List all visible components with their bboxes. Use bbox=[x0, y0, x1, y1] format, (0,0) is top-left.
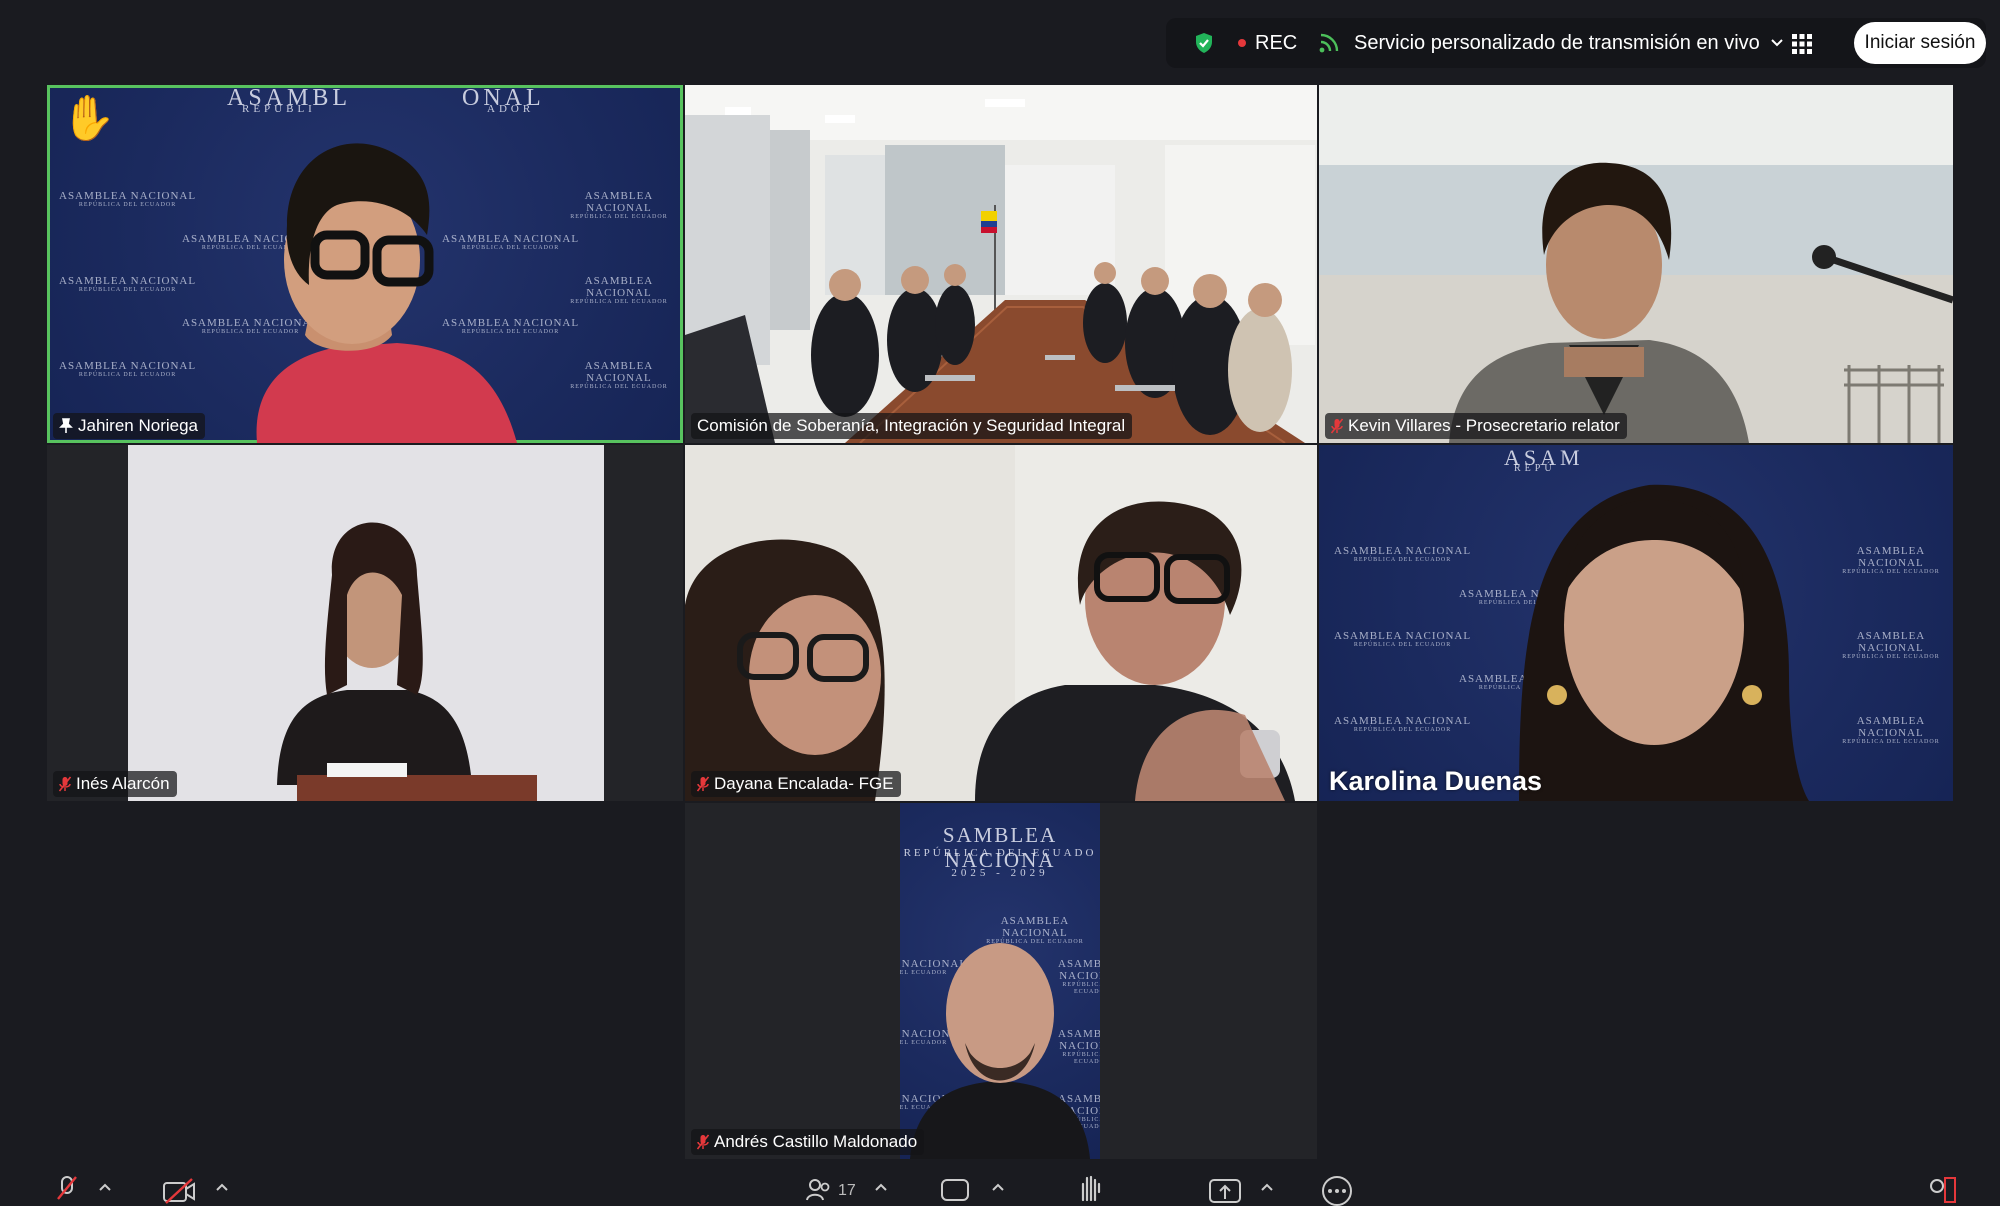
raised-hand-icon: ✋ bbox=[61, 94, 116, 143]
speaker-silhouette bbox=[910, 943, 1090, 1159]
muted-mic-icon bbox=[1331, 418, 1343, 434]
participants-icon[interactable] bbox=[806, 1178, 832, 1202]
participant-name: Inés Alarcón bbox=[76, 774, 170, 793]
share-screen-icon[interactable] bbox=[1208, 1177, 1242, 1205]
video-tile-ines-alarcon[interactable]: Inés Alarcón bbox=[47, 445, 683, 801]
participant-name-tag: Inés Alarcón bbox=[53, 771, 177, 797]
participant-name-tag: Kevin Villares - Prosecretario relator bbox=[1325, 413, 1627, 439]
participant-video: ASAMBL ONAL REPÚBLI ADOR ASAMBLEA NACION… bbox=[47, 85, 683, 443]
chat-icon[interactable] bbox=[940, 1178, 970, 1204]
participant-name: Comisión de Soberanía, Integración y Seg… bbox=[697, 416, 1126, 435]
meeting-topbar: REC Servicio personalizado de transmisió… bbox=[1166, 18, 1986, 68]
live-stream-icon bbox=[1319, 33, 1339, 53]
participant-video: ASAM REPÚ ASAMBLEA NACIONAL REPÚBLICA DEL… bbox=[1319, 445, 1953, 801]
recording-label: REC bbox=[1255, 31, 1298, 54]
participant-video bbox=[47, 445, 683, 801]
muted-mic-icon bbox=[697, 776, 709, 792]
participant-video bbox=[685, 85, 1317, 443]
chat-options-chevron-icon[interactable] bbox=[991, 1182, 1005, 1192]
video-tile-kevin-villares[interactable]: Kevin Villares - Prosecretario relator bbox=[1319, 85, 1953, 443]
participant-video: SAMBLEA NACIONA REPÚBLICA DEL ECUADO 202… bbox=[900, 803, 1100, 1159]
participant-name-tag: Jahiren Noriega bbox=[53, 413, 206, 439]
participant-name: Jahiren Noriega bbox=[78, 416, 199, 435]
muted-mic-icon bbox=[697, 1134, 709, 1150]
participant-name: Kevin Villares - Prosecretario relator bbox=[1348, 416, 1620, 435]
chevron-down-icon bbox=[1771, 39, 1783, 47]
pin-icon bbox=[59, 418, 73, 433]
video-tile-andres-castillo[interactable]: SAMBLEA NACIONA REPÚBLICA DEL ECUADO 202… bbox=[685, 803, 1317, 1159]
video-tile-comision-room[interactable]: Comisión de Soberanía, Integración y Seg… bbox=[685, 85, 1317, 443]
participant-name-tag: Comisión de Soberanía, Integración y Seg… bbox=[691, 413, 1133, 439]
video-tile-karolina-duenas[interactable]: ASAM REPÚ ASAMBLEA NACIONAL REPÚBLICA DEL… bbox=[1319, 445, 1953, 801]
video-tile-jahiren-noriega[interactable]: ASAMBL ONAL REPÚBLI ADOR ASAMBLEA NACION… bbox=[47, 85, 683, 443]
speaker-silhouette bbox=[256, 143, 517, 443]
more-options-icon[interactable] bbox=[1320, 1176, 1354, 1206]
participants-options-chevron-icon[interactable] bbox=[874, 1182, 888, 1192]
live-stream-menu[interactable]: Servicio personalizado de transmisión en… bbox=[1318, 18, 1784, 68]
raise-hand-icon[interactable] bbox=[1077, 1174, 1103, 1202]
live-stream-label: Servicio personalizado de transmisión en… bbox=[1354, 31, 1760, 54]
recording-dot-icon bbox=[1238, 39, 1246, 47]
participant-name: Dayana Encalada- FGE bbox=[714, 774, 894, 793]
video-tile-dayana-encalada[interactable]: Dayana Encalada- FGE bbox=[685, 445, 1317, 801]
mute-mic-button-icon[interactable] bbox=[52, 1175, 82, 1205]
participant-video bbox=[1319, 85, 1953, 443]
participants-count: 17 bbox=[838, 1182, 856, 1199]
apps-grid-icon[interactable] bbox=[1792, 34, 1812, 59]
stop-video-button-icon[interactable] bbox=[162, 1177, 198, 1205]
share-options-chevron-icon[interactable] bbox=[1260, 1182, 1274, 1192]
audio-options-chevron-icon[interactable] bbox=[98, 1182, 112, 1192]
meeting-toolbar: 17 bbox=[0, 1170, 2000, 1206]
muted-mic-icon bbox=[59, 776, 71, 792]
participant-video bbox=[685, 445, 1317, 801]
participant-name: Karolina Duenas bbox=[1329, 766, 1543, 796]
sign-in-button[interactable]: Iniciar sesión bbox=[1854, 22, 1986, 64]
participant-name-tag: Dayana Encalada- FGE bbox=[691, 771, 901, 797]
video-options-chevron-icon[interactable] bbox=[215, 1182, 229, 1192]
security-shield-icon[interactable] bbox=[1192, 31, 1216, 60]
participant-name: Andrés Castillo Maldonado bbox=[714, 1132, 918, 1151]
recording-indicator[interactable]: REC bbox=[1238, 18, 1297, 68]
speaker-silhouette bbox=[1519, 484, 1809, 801]
participant-name-tag: Andrés Castillo Maldonado bbox=[691, 1129, 925, 1155]
